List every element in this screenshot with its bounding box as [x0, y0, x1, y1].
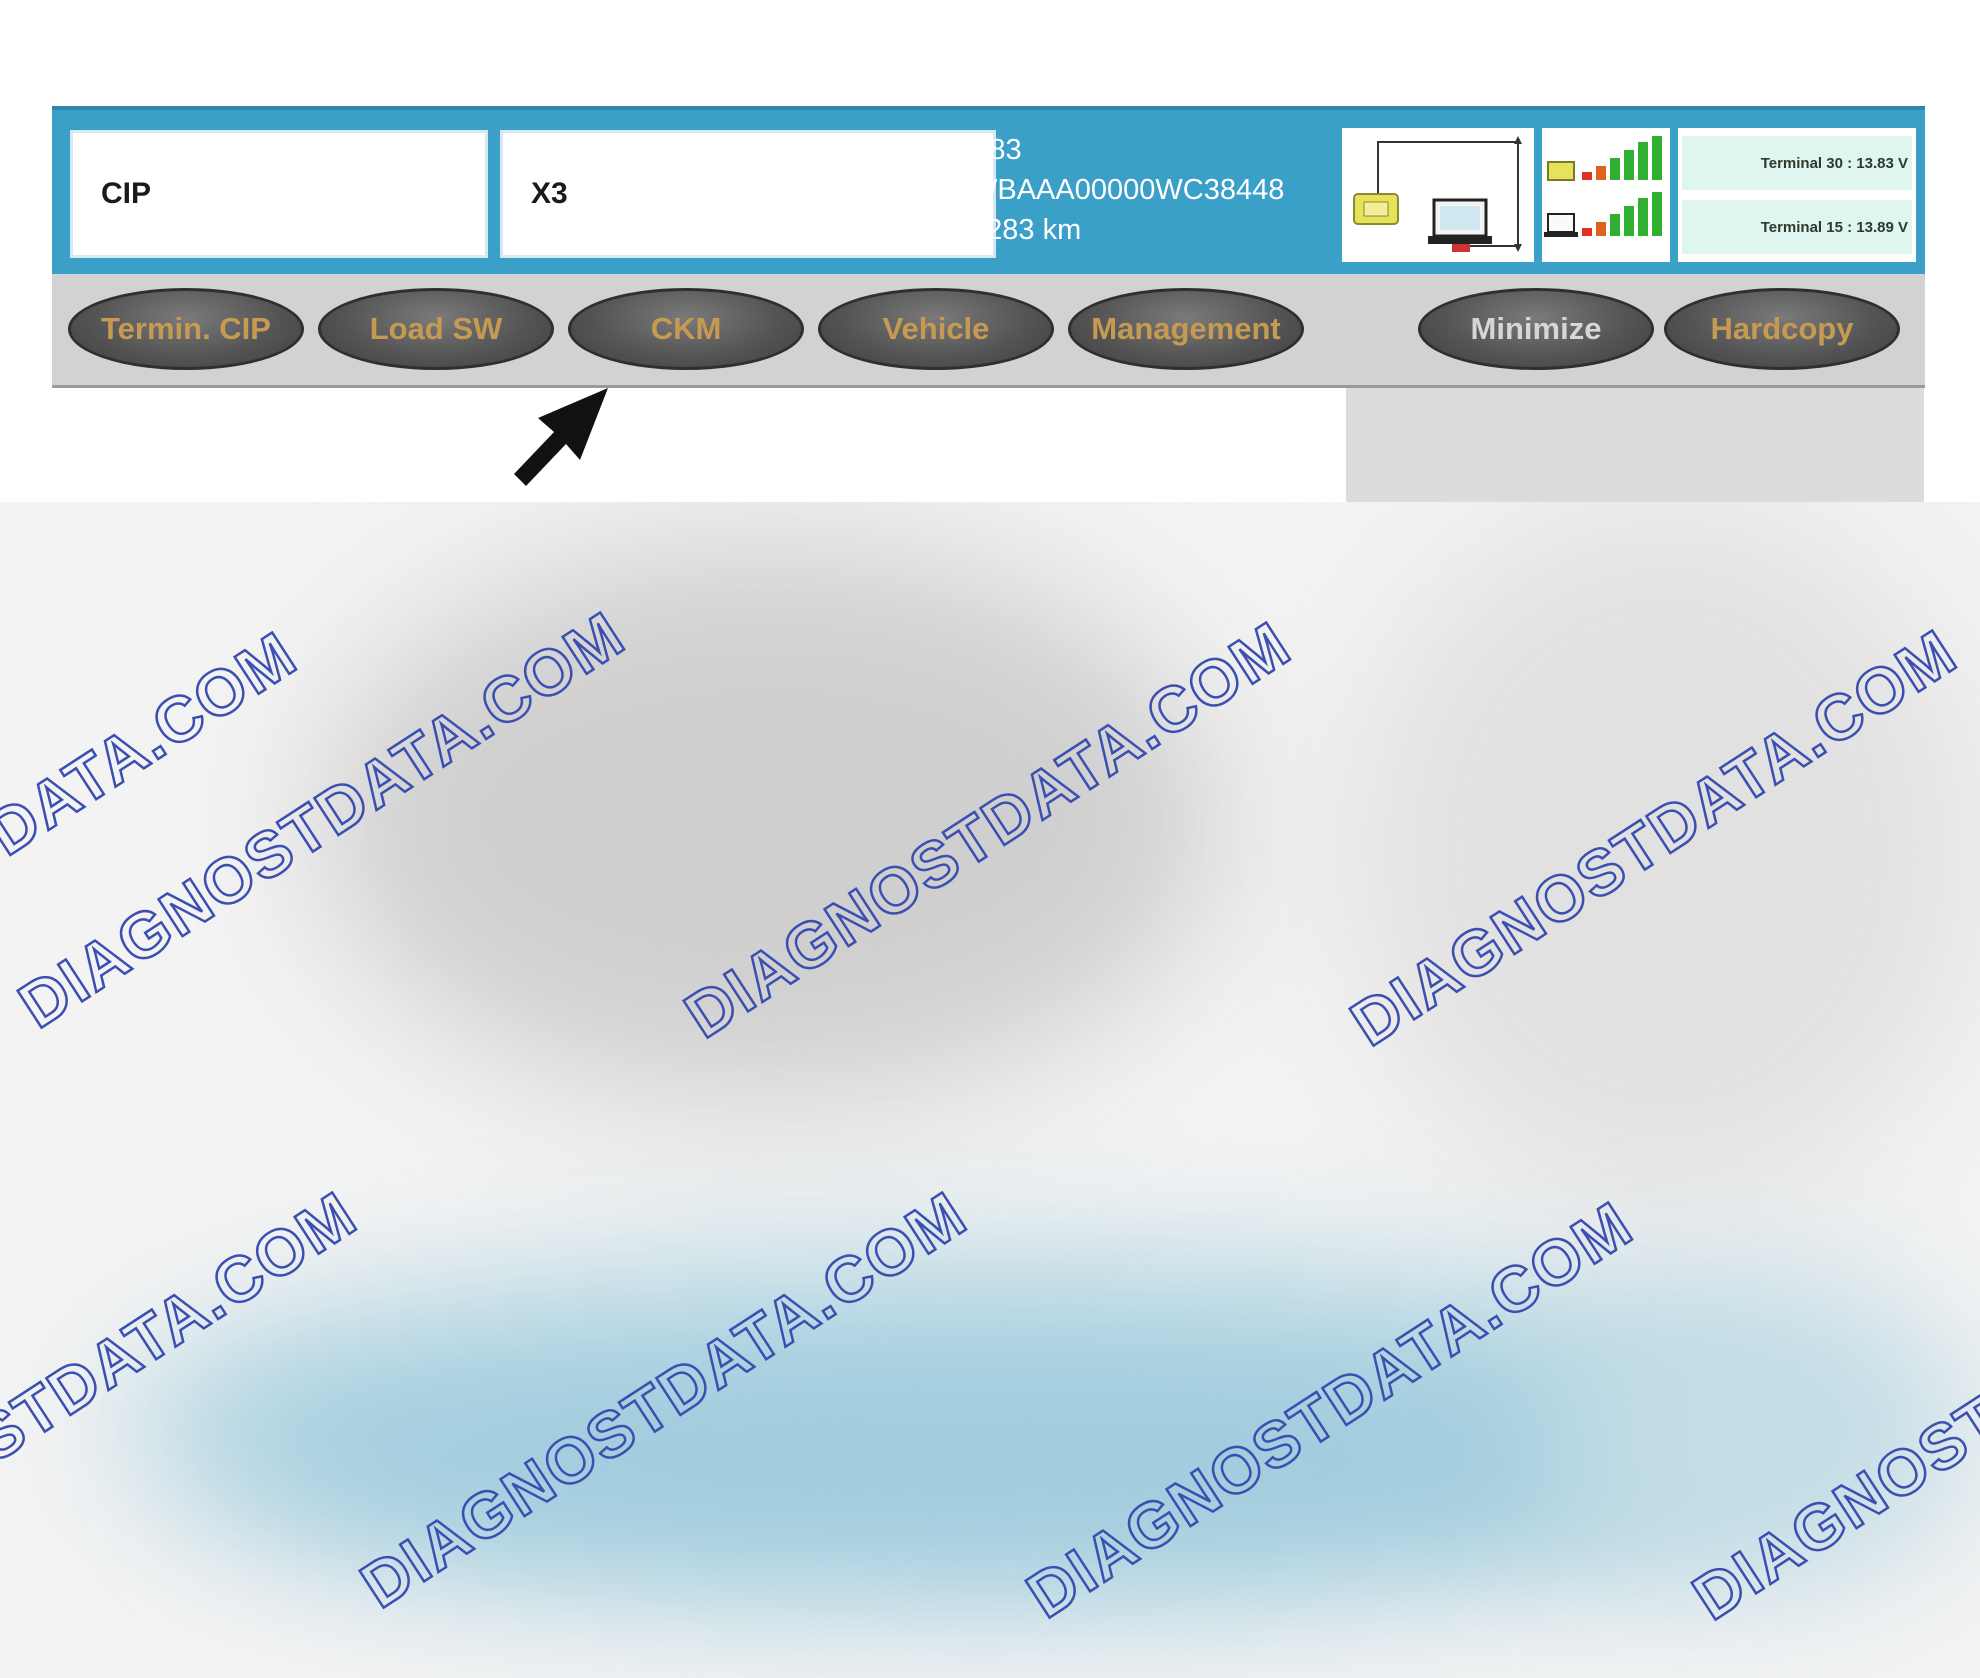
terminal-voltage-panel: Terminal 30 : 13.83 V Terminal 15 : 13.8…	[1678, 128, 1916, 262]
load-sw-button[interactable]: Load SW	[318, 288, 554, 370]
terminal-30-voltage: Terminal 30 : 13.83 V	[1682, 136, 1912, 190]
vehicle-connection-icon	[1342, 128, 1534, 262]
cip-label: CIP	[101, 177, 152, 210]
vehicle-button[interactable]: Vehicle	[818, 288, 1054, 370]
blurred-content-area	[0, 502, 1980, 1678]
blur-shade	[1350, 502, 1980, 1202]
vehicle-mileage: 7283 km	[970, 214, 1082, 246]
minimize-button[interactable]: Minimize	[1418, 288, 1654, 370]
vehicle-info: E83 WBAAA00000WC38448 7283 km	[970, 130, 1350, 250]
blur-shade	[320, 542, 1220, 1102]
blur-shade	[220, 1362, 1720, 1562]
vehicle-vin: WBAAA00000WC38448	[970, 174, 1285, 206]
vehicle-series: E83	[970, 134, 1022, 166]
cip-field: CIP	[70, 130, 488, 258]
terminal-15-voltage: Terminal 15 : 13.89 V	[1682, 200, 1912, 254]
ckm-button[interactable]: CKM	[568, 288, 804, 370]
pointer-arrow-icon	[514, 388, 608, 486]
signal-strength-icon	[1542, 128, 1670, 262]
diagnostic-screen: CIP X3 E83 WBAAA00000WC38448 7283 km Ter…	[0, 0, 1980, 1678]
header-bar: CIP X3 E83 WBAAA00000WC38448 7283 km Ter…	[52, 106, 1925, 274]
model-field: X3	[500, 130, 996, 258]
blur-shade	[1550, 1282, 1970, 1582]
hardcopy-button[interactable]: Hardcopy	[1664, 288, 1900, 370]
management-button[interactable]: Management	[1068, 288, 1304, 370]
button-toolbar: Termin. CIP Load SW CKM Vehicle Manageme…	[52, 274, 1925, 388]
model-label: X3	[531, 177, 568, 210]
termin-cip-button[interactable]: Termin. CIP	[68, 288, 304, 370]
right-panel	[1346, 388, 1924, 504]
